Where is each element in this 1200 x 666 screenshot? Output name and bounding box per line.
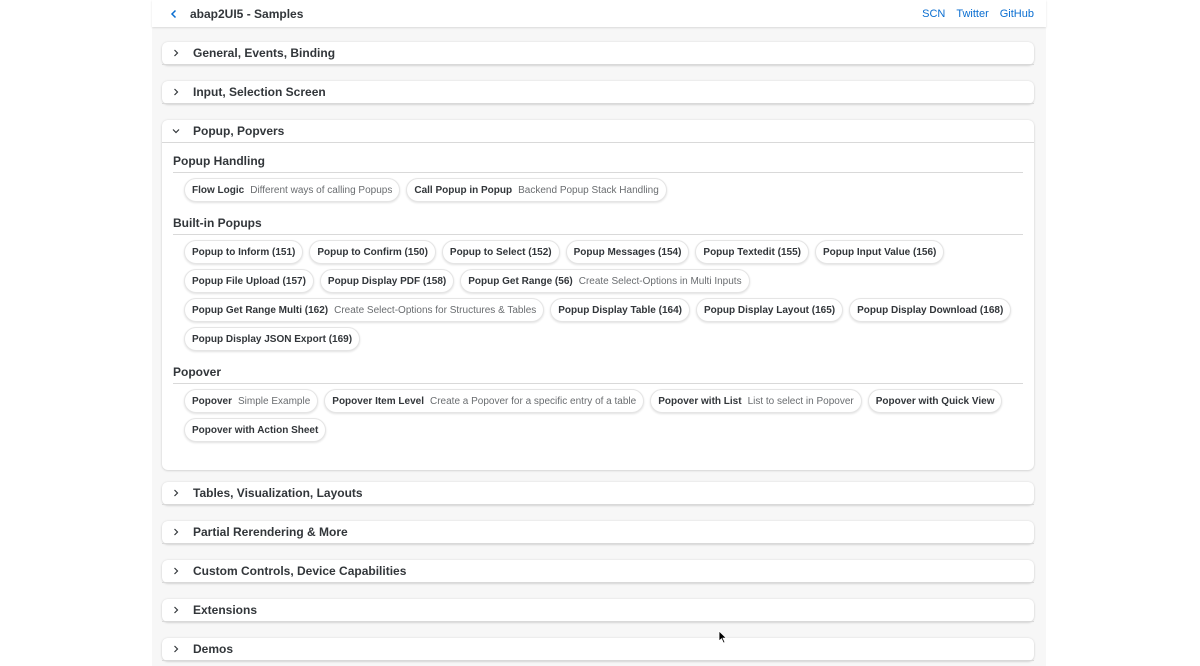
chevron-left-icon: [170, 9, 177, 18]
panel-extensions: Extensions: [162, 599, 1034, 622]
tile-title: Popup Textedit (155): [703, 246, 802, 258]
tile-title: Popover with Action Sheet: [192, 424, 319, 436]
tile-popup-get-range[interactable]: Popup Get Range (56) Create Select-Optio…: [460, 269, 750, 293]
tile-title: Popover with Quick View: [875, 395, 995, 407]
tile-subtitle: Create Select-Options in Multi Inputs: [578, 275, 742, 287]
tile-call-popup-in-popup[interactable]: Call Popup in Popup Backend Popup Stack …: [406, 178, 667, 202]
tile-popover-action-sheet[interactable]: Popover with Action Sheet: [184, 418, 327, 442]
panel-header-tables[interactable]: Tables, Visualization, Layouts: [162, 482, 1034, 505]
tile-popup-textedit[interactable]: Popup Textedit (155): [695, 240, 810, 264]
panel-title: General, Events, Binding: [193, 46, 336, 60]
tile-popup-to-select[interactable]: Popup to Select (152): [441, 240, 560, 264]
panel-input: Input, Selection Screen: [162, 81, 1034, 104]
tile-title: Flow Logic: [192, 184, 245, 196]
panel-title: Tables, Visualization, Layouts: [193, 486, 363, 500]
tile-subtitle: Different ways of calling Popups: [250, 184, 393, 196]
tile-list-builtin: Popup to Inform (151) Popup to Confirm (…: [173, 235, 1023, 351]
tile-popup-display-table[interactable]: Popup Display Table (164): [550, 298, 690, 322]
tile-popup-display-download[interactable]: Popup Display Download (168): [849, 298, 1012, 322]
tile-title: Popup Display Layout (165): [704, 304, 836, 316]
panel-general: General, Events, Binding: [162, 42, 1034, 65]
panel-header-partial[interactable]: Partial Rerendering & More: [162, 521, 1034, 544]
chevron-right-icon: [169, 46, 183, 60]
tile-title: Popup Messages (154): [573, 246, 682, 258]
tile-subtitle: Simple Example: [238, 395, 311, 407]
app-title: abap2UI5 - Samples: [190, 6, 304, 21]
tile-title: Popup to Inform (151): [192, 246, 296, 258]
chevron-right-icon: [169, 564, 183, 578]
tile-popover-with-list[interactable]: Popover with List List to select in Popo…: [650, 389, 862, 413]
tile-popup-to-inform[interactable]: Popup to Inform (151): [184, 240, 304, 264]
panel-header-custom[interactable]: Custom Controls, Device Capabilities: [162, 560, 1034, 583]
tile-title: Popup Display PDF (158): [327, 275, 447, 287]
panel-title: Demos: [193, 642, 234, 656]
tile-flow-logic[interactable]: Flow Logic Different ways of calling Pop…: [184, 178, 401, 202]
group-title-builtin: Built-in Popups: [173, 211, 1023, 235]
tile-title: Popover with List: [658, 395, 742, 407]
tile-title: Popup Input Value (156): [823, 246, 937, 258]
panel-body-popup: Popup Handling Flow Logic Different ways…: [162, 149, 1034, 442]
tile-popover-quick-view[interactable]: Popover with Quick View: [867, 389, 1003, 413]
tile-subtitle: List to select in Popover: [747, 395, 854, 407]
group-title-popover: Popover: [173, 360, 1023, 384]
app-page: abap2UI5 - Samples SCN Twitter GitHub Ge…: [152, 0, 1046, 666]
tile-popover-item-level[interactable]: Popover Item Level Create a Popover for …: [324, 389, 645, 413]
tile-title: Popup Get Range Multi (162): [192, 304, 329, 316]
tile-subtitle: Create Select-Options for Structures & T…: [334, 304, 537, 316]
tile-subtitle: Backend Popup Stack Handling: [518, 184, 659, 196]
panel-title: Custom Controls, Device Capabilities: [193, 564, 407, 578]
link-scn[interactable]: SCN: [922, 8, 945, 20]
tile-title: Popup Display Table (164): [558, 304, 682, 316]
tile-title: Popup File Upload (157): [192, 275, 306, 287]
tile-popup-file-upload[interactable]: Popup File Upload (157): [184, 269, 314, 293]
tile-popup-to-confirm[interactable]: Popup to Confirm (150): [309, 240, 436, 264]
link-twitter[interactable]: Twitter: [956, 8, 988, 20]
tile-title: Call Popup in Popup: [414, 184, 513, 196]
panel-title: Partial Rerendering & More: [193, 525, 348, 539]
chevron-right-icon: [169, 85, 183, 99]
tile-list-popover: Popover Simple Example Popover Item Leve…: [173, 384, 1023, 442]
chevron-right-icon: [169, 525, 183, 539]
tile-popup-messages[interactable]: Popup Messages (154): [565, 240, 690, 264]
panel-header-popup[interactable]: Popup, Popvers: [162, 120, 1034, 143]
tile-popup-get-range-multi[interactable]: Popup Get Range Multi (162) Create Selec…: [184, 298, 545, 322]
chevron-down-icon: [169, 124, 183, 138]
tile-title: Popup Get Range (56): [468, 275, 573, 287]
link-github[interactable]: GitHub: [1000, 8, 1034, 20]
tile-popup-input-value[interactable]: Popup Input Value (156): [815, 240, 945, 264]
panel-partial: Partial Rerendering & More: [162, 521, 1034, 544]
tile-title: Popup Display JSON Export (169): [192, 333, 353, 345]
shell-bar: abap2UI5 - Samples SCN Twitter GitHub: [152, 0, 1046, 27]
panel-header-demos[interactable]: Demos: [162, 638, 1034, 661]
tile-title: Popup to Select (152): [449, 246, 552, 258]
panel-title: Popup, Popvers: [193, 124, 285, 138]
tile-popup-display-json-export[interactable]: Popup Display JSON Export (169): [184, 327, 361, 351]
tile-title: Popover Item Level: [332, 395, 424, 407]
panel-popup: Popup, Popvers Popup Handling Flow Logic…: [162, 120, 1034, 470]
tile-popup-display-pdf[interactable]: Popup Display PDF (158): [319, 269, 455, 293]
back-button[interactable]: [160, 0, 188, 27]
tile-popover[interactable]: Popover Simple Example: [184, 389, 319, 413]
tile-title: Popup to Confirm (150): [317, 246, 428, 258]
panel-custom: Custom Controls, Device Capabilities: [162, 560, 1034, 583]
tile-popup-display-layout[interactable]: Popup Display Layout (165): [696, 298, 844, 322]
panel-header-extensions[interactable]: Extensions: [162, 599, 1034, 622]
tile-list-popup-handling: Flow Logic Different ways of calling Pop…: [173, 173, 1023, 202]
panel-demos: Demos: [162, 638, 1034, 661]
chevron-right-icon: [169, 603, 183, 617]
panel-title: Input, Selection Screen: [193, 85, 326, 99]
panel-header-input[interactable]: Input, Selection Screen: [162, 81, 1034, 104]
panel-header-general[interactable]: General, Events, Binding: [162, 42, 1034, 65]
chevron-right-icon: [169, 486, 183, 500]
tile-subtitle: Create a Popover for a specific entry of…: [429, 395, 637, 407]
mouse-pointer-icon: [718, 630, 728, 644]
header-links: SCN Twitter GitHub: [922, 8, 1034, 20]
chevron-right-icon: [169, 642, 183, 656]
tile-title: Popover: [192, 395, 233, 407]
group-title-popup-handling: Popup Handling: [173, 149, 1023, 173]
panel-tables: Tables, Visualization, Layouts: [162, 482, 1034, 505]
tile-title: Popup Display Download (168): [857, 304, 1004, 316]
panel-title: Extensions: [193, 603, 258, 617]
